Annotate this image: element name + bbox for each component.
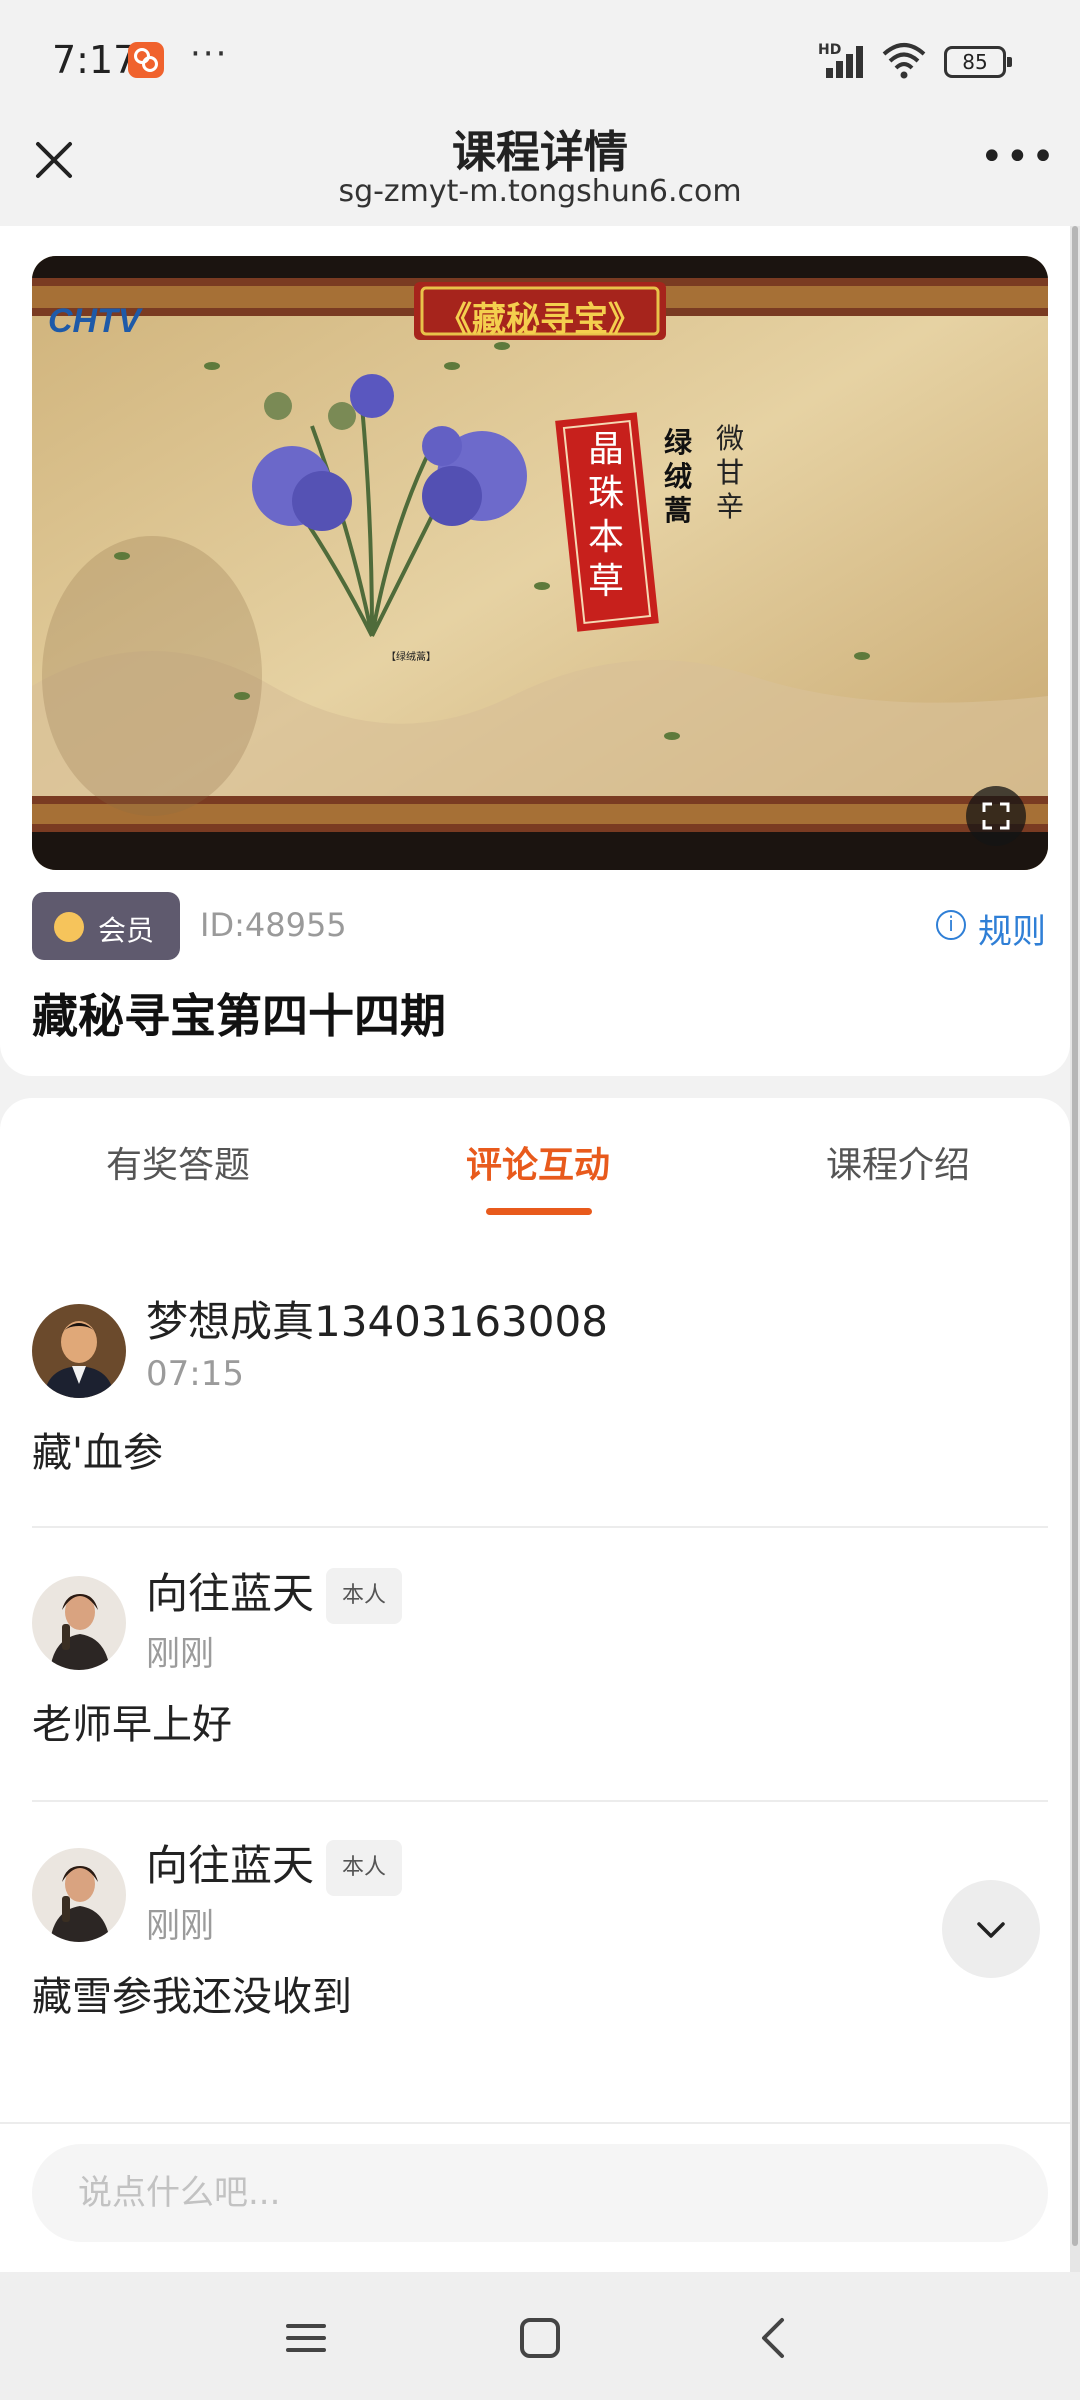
avatar[interactable] <box>32 1304 126 1398</box>
comment-time: 刚刚 <box>146 1634 214 1674</box>
comment-item: 梦想成真13403163008 07:15 藏'血参 <box>0 1256 1070 1528</box>
comment-text: 老师早上好 <box>32 1702 232 1748</box>
self-tag: 本人 <box>326 1840 403 1896</box>
comment-item: 向往蓝天 本人 刚刚 老师早上好 <box>0 1528 1070 1802</box>
herb-name-seal: 晶珠本草 <box>588 429 625 602</box>
back-icon[interactable] <box>744 2308 804 2368</box>
rules-label: 规则 <box>978 912 1046 952</box>
comment-text: 藏'血参 <box>32 1430 163 1476</box>
course-title: 藏秘寻宝第四十四期 <box>32 989 446 1043</box>
battery-icon: 85 <box>944 46 1012 78</box>
herb-label: 绿绒蒿 <box>664 426 693 527</box>
tab-course-intro[interactable]: 课程介绍 <box>826 1136 970 1188</box>
comment-author: 梦想成真13403163008 <box>146 1297 608 1346</box>
avatar[interactable] <box>32 1576 126 1670</box>
comment-item: 向往蓝天 本人 刚刚 藏雪参我还没收到 <box>0 1800 1070 2072</box>
active-tab-indicator <box>486 1208 592 1215</box>
avatar[interactable] <box>32 1848 126 1942</box>
member-badge: 会员 <box>32 892 180 960</box>
video-player[interactable]: CHTV 《藏秘寻宝》 晶珠本草 绿绒蒿 微甘辛 【绿绒蒿】 <box>32 256 1048 870</box>
video-frame <box>32 256 1048 870</box>
page-title: 课程详情 <box>452 127 628 178</box>
app-notification-icon <box>128 42 164 78</box>
scrollbar-thumb[interactable] <box>1072 226 1078 2246</box>
course-header-card: CHTV 《藏秘寻宝》 晶珠本草 绿绒蒿 微甘辛 【绿绒蒿】 会员 ID:489… <box>0 226 1070 1076</box>
comment-time: 刚刚 <box>146 1906 214 1946</box>
status-time: 7:17 <box>52 38 138 82</box>
page-url: sg-zmyt-m.tongshun6.com <box>338 174 742 209</box>
chevron-down-icon <box>977 1922 1005 1938</box>
comments-section: 有奖答题 评论互动 课程介绍 梦想成真13403163008 07:15 藏'血… <box>0 1098 1070 2122</box>
top-navigation: 课程详情 sg-zmyt-m.tongshun6.com ••• <box>0 108 1080 226</box>
tab-prize-quiz[interactable]: 有奖答题 <box>106 1136 250 1188</box>
system-navigation-bar <box>0 2272 1080 2400</box>
menu-icon[interactable] <box>276 2308 336 2368</box>
comment-author: 向往蓝天 <box>146 1569 315 1618</box>
page-scrollbar[interactable] <box>1070 226 1080 2272</box>
comment-text: 藏雪参我还没收到 <box>32 1974 352 2020</box>
comment-author: 向往蓝天 <box>146 1841 315 1890</box>
self-tag: 本人 <box>326 1568 403 1624</box>
status-bar: 7:17 ··· HD 85 <box>0 0 1080 118</box>
home-icon[interactable] <box>510 2308 570 2368</box>
signal-icon <box>826 44 870 78</box>
fullscreen-icon <box>982 802 1010 830</box>
info-icon: i <box>936 910 966 940</box>
channel-logo: CHTV <box>48 302 141 340</box>
herb-taste: 微甘辛 <box>716 422 745 523</box>
course-id: ID:48955 <box>200 906 347 944</box>
comment-input-bar <box>0 2122 1070 2272</box>
comment-time: 07:15 <box>146 1354 244 1394</box>
scroll-to-bottom-button[interactable] <box>942 1880 1040 1978</box>
fullscreen-button[interactable] <box>966 786 1026 846</box>
comment-input[interactable] <box>32 2144 1048 2242</box>
wifi-icon <box>882 43 926 79</box>
crown-icon <box>54 912 84 942</box>
more-notifications-icon: ··· <box>190 34 229 74</box>
herb-caption: 【绿绒蒿】 <box>386 652 436 663</box>
tab-comments[interactable]: 评论互动 <box>466 1136 610 1188</box>
member-label: 会员 <box>98 914 155 947</box>
show-banner: 《藏秘寻宝》 <box>438 300 642 340</box>
more-options-button[interactable]: ••• <box>980 134 1057 180</box>
